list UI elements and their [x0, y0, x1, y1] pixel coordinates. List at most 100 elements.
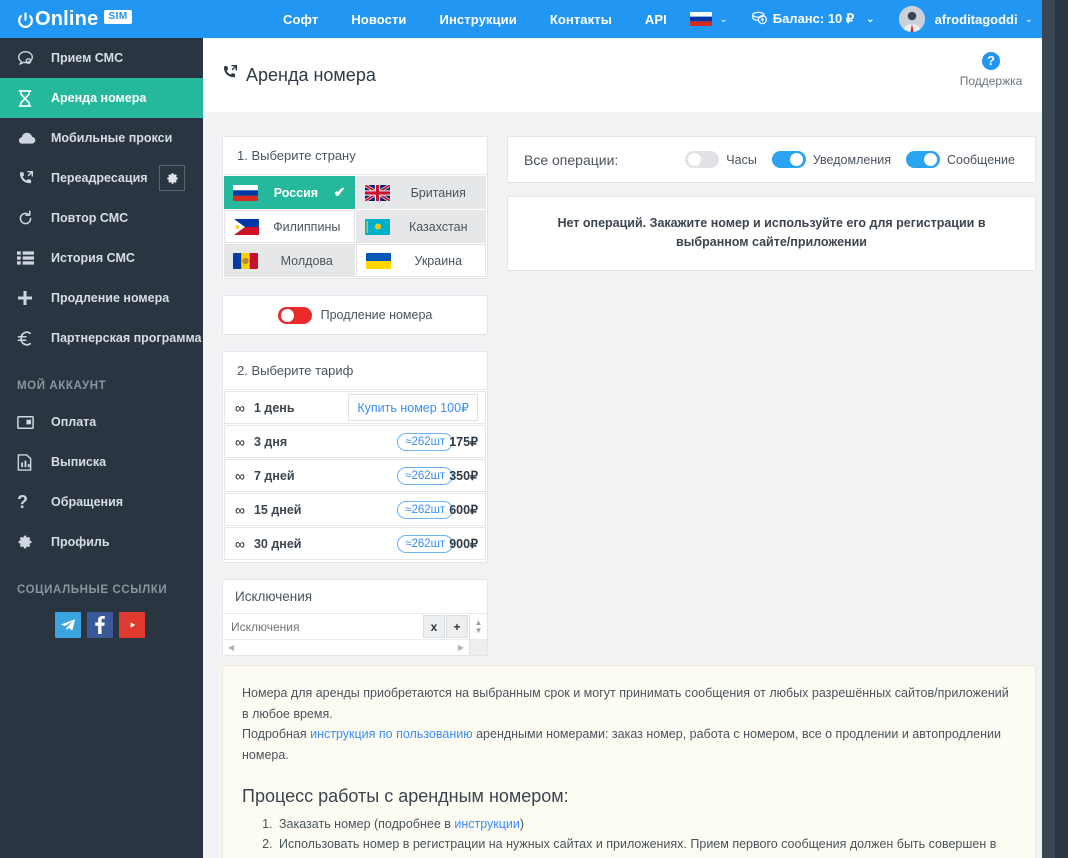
country-option-britain[interactable]: Британия [355, 176, 486, 209]
sidebar-item-number-rent[interactable]: Аренда номера [0, 78, 203, 118]
sidebar-item-affiliate-program[interactable]: Партнерская программа [0, 318, 203, 358]
tariff-row[interactable]: ∞ 1 день Купить номер 100₽ [224, 391, 486, 424]
infinity-icon: ∞ [235, 535, 245, 552]
brand-logo[interactable]: Online SIM [0, 0, 203, 38]
language-selector[interactable]: ⌄ [690, 12, 728, 26]
notifications-toggle[interactable] [771, 151, 806, 168]
facebook-icon[interactable] [87, 612, 113, 638]
exclusions-scroll-up-down[interactable]: ▲ ▼ [469, 614, 487, 639]
sidebar-item-mobile-proxy[interactable]: Мобильные прокси [0, 118, 203, 158]
info-step-2: Использовать номер в регистрации на нужн… [276, 834, 1016, 858]
exclusions-card: Исключения x + ▲ ▼ ◀ ▶ [222, 579, 488, 656]
balance-display[interactable]: Баланс: 10 ₽ ⌄ [751, 11, 875, 28]
usage-instruction-link[interactable]: инструкция по пользованию [310, 727, 472, 741]
sidebar-item-tickets[interactable]: ? Обращения [0, 482, 203, 522]
exclusions-title: Исключения [223, 580, 487, 614]
country-option-moldova[interactable]: Молдова [224, 244, 355, 277]
telegram-icon[interactable] [55, 612, 81, 638]
hours-label: Часы [726, 152, 757, 167]
tariff-duration: 15 дней [253, 502, 302, 517]
chevron-down-icon: ▼ [474, 625, 483, 635]
sidebar-item-statement[interactable]: Выписка [0, 442, 203, 482]
buy-number-button[interactable]: Купить номер 100₽ [348, 394, 478, 421]
chat-icon [17, 50, 39, 67]
tariff-row[interactable]: ∞ 3 дня ≈262шт 175₽ [224, 425, 486, 458]
country-label: Казахстан [408, 219, 468, 234]
sidebar-item-profile[interactable]: Профиль [0, 522, 203, 562]
hourglass-icon [17, 89, 39, 107]
auto-renew-label: Продление номера [320, 308, 433, 322]
gear-icon [17, 534, 39, 550]
toggle-knob [789, 153, 803, 166]
exclusions-horizontal-scrollbar[interactable]: ◀ ▶ [223, 640, 487, 655]
scroll-track[interactable] [239, 647, 453, 648]
info-panel: Номера для аренды приобретаются на выбра… [222, 665, 1036, 858]
brand-name: Online [35, 8, 99, 30]
help-icon: ? [982, 52, 1000, 70]
support-button[interactable]: ? Поддержка [945, 52, 1037, 88]
topnav-item-news[interactable]: Новости [351, 12, 406, 27]
sidebar-item-sms-repeat[interactable]: Повтор СМС [0, 198, 203, 238]
country-option-philippines[interactable]: Филиппины [224, 210, 355, 243]
brand-badge: SIM [104, 10, 132, 24]
country-option-ukraine[interactable]: Украина [355, 244, 486, 277]
topnav-item-soft[interactable]: Софт [283, 12, 318, 27]
info-paragraph-2: Подробная инструкция по пользованию арен… [242, 724, 1016, 765]
youtube-icon[interactable] [119, 612, 145, 638]
euro-icon [17, 330, 39, 347]
chevron-right-icon[interactable]: ▶ [453, 643, 469, 652]
tariff-row[interactable]: ∞ 15 дней ≈262шт 600₽ [224, 493, 486, 526]
sidebar-item-call-forwarding[interactable]: Переадресация [0, 158, 203, 198]
report-icon [17, 453, 39, 471]
country-label: Филиппины [273, 219, 341, 234]
sidebar-item-label: Выписка [51, 455, 107, 469]
sidebar-item-number-extension[interactable]: Продление номера [0, 278, 203, 318]
operations-switch-notifications[interactable]: Уведомления [771, 151, 891, 168]
operations-switch-message[interactable]: Сообщение [905, 151, 1015, 168]
infinity-icon: ∞ [235, 433, 245, 450]
operations-switch-hours[interactable]: Часы [685, 151, 757, 168]
sidebar-section-account: МОЙ АККАУНТ [17, 380, 107, 392]
balance-label: Баланс: 10 ₽ [772, 11, 855, 26]
notifications-label: Уведомления [812, 152, 891, 167]
sidebar-item-label: Оплата [51, 415, 97, 429]
toggle-knob [280, 308, 294, 322]
infinity-icon: ∞ [235, 399, 245, 416]
topnav-item-contacts[interactable]: Контакты [550, 12, 612, 27]
message-toggle[interactable] [905, 151, 940, 168]
user-menu[interactable]: afroditagoddi ⌄ [898, 6, 1033, 32]
auto-renew-toggle[interactable] [277, 306, 312, 324]
topnav-item-instructions[interactable]: Инструкции [440, 12, 517, 27]
chevron-left-icon[interactable]: ◀ [223, 643, 239, 652]
sidebar-item-sms-history[interactable]: История СМС [0, 238, 203, 278]
tariff-row[interactable]: ∞ 7 дней ≈262шт 350₽ [224, 459, 486, 492]
sidebar-item-payment[interactable]: Оплата [0, 402, 203, 442]
topnav-item-api[interactable]: API [645, 12, 667, 27]
hours-toggle[interactable] [685, 151, 720, 168]
forwarding-settings-button[interactable] [159, 165, 185, 191]
country-option-kazakhstan[interactable]: Казахстан [355, 210, 486, 243]
sidebar-item-sms-receive[interactable]: Прием СМС [0, 38, 203, 78]
exclusions-row: x + ▲ ▼ [223, 614, 487, 640]
sidebar-item-label: Мобильные прокси [51, 131, 173, 145]
exclusions-clear-button[interactable]: x [423, 615, 445, 638]
exclusions-input[interactable] [223, 614, 423, 639]
plus-icon [17, 290, 39, 306]
instruction-link[interactable]: инструкции [454, 817, 520, 831]
gb-flag-icon [364, 184, 390, 201]
page-title-text: Аренда номера [246, 64, 376, 85]
country-card: 1. Выберите страну Россия ✔ Британия Фил… [222, 136, 488, 279]
sidebar-section-social: СОЦИАЛЬНЫЕ ССЫЛКИ [17, 584, 168, 596]
tariff-row[interactable]: ∞ 30 дней ≈262шт 900₽ [224, 527, 486, 560]
infinity-icon: ∞ [235, 501, 245, 518]
sidebar-item-label: Аренда номера [51, 91, 147, 105]
sidebar: Прием СМС Аренда номера Мобильные прокси… [0, 38, 203, 858]
sidebar-item-label: Обращения [51, 495, 124, 509]
top-menu: Софт Новости Инструкции Контакты API [283, 12, 667, 27]
country-option-russia[interactable]: Россия ✔ [224, 176, 355, 209]
exclusions-add-button[interactable]: + [446, 615, 468, 638]
step1-prefix: Заказать номер (подробнее в [279, 816, 455, 831]
infinity-icon: ∞ [235, 467, 245, 484]
power-icon [17, 11, 34, 29]
tariff-duration: 30 дней [253, 536, 302, 551]
